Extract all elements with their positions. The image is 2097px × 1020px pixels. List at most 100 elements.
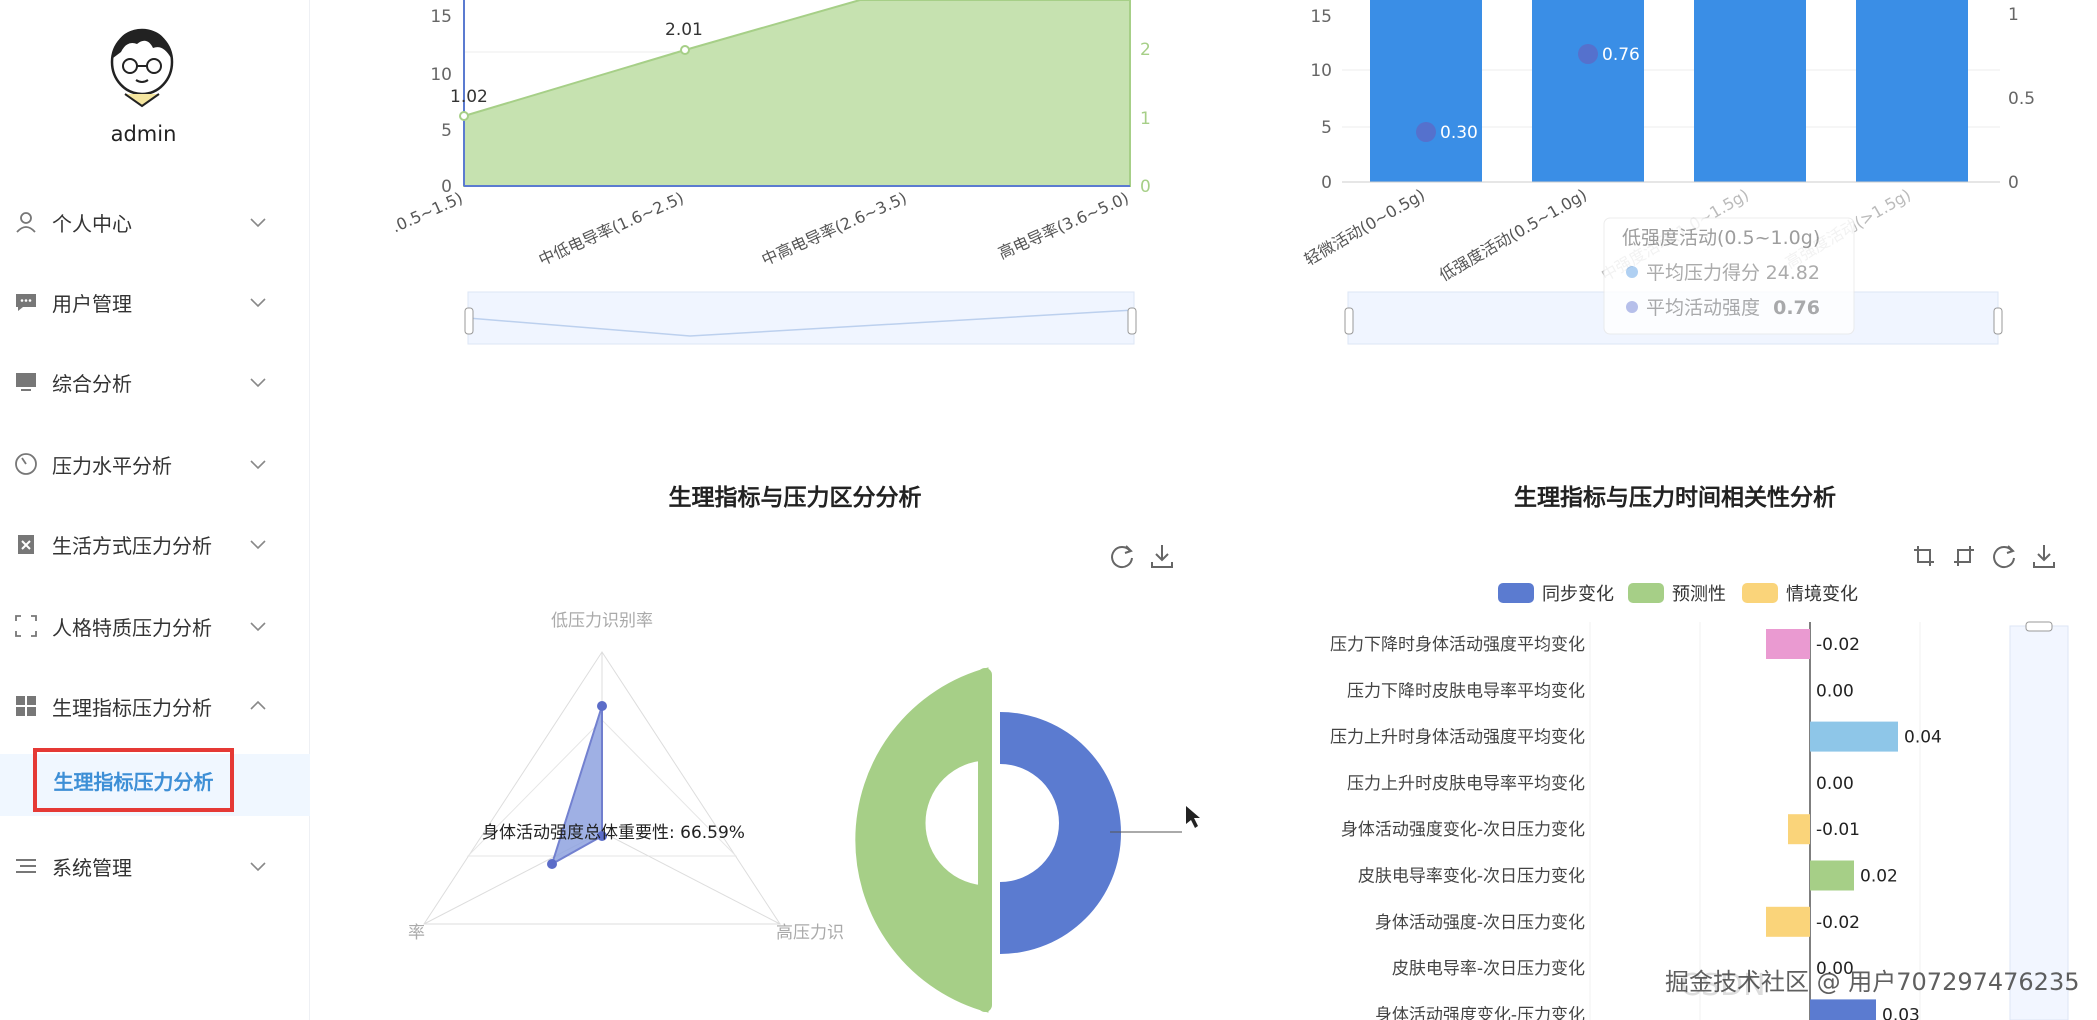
value-label: 0.03 [1882, 1005, 1920, 1020]
y-tick: 0 [1321, 173, 1332, 193]
data-point [680, 45, 690, 55]
datazoom-handle-right[interactable] [1127, 307, 1137, 335]
radar-tooltip: 身体活动强度总体重要性: 66.59% [482, 823, 745, 843]
bar[interactable] [1810, 721, 1898, 752]
chevron-down-icon [250, 218, 266, 228]
x-tick: 低强度活动(0.5~1.0g) [1436, 185, 1590, 285]
chevron-down-icon [250, 298, 266, 308]
gauge-icon [15, 453, 37, 475]
download-icon[interactable] [2030, 542, 2058, 570]
area-series [463, 0, 1131, 187]
tooltip-row-value: 0.76 [1773, 297, 1820, 319]
y-tick-right: 0 [1140, 177, 1151, 197]
category-label: 皮肤电导率变化-次日压力变化 [1358, 867, 1585, 887]
radar-label: 低压力识别率 [551, 611, 653, 631]
y-tick: 10 [1310, 61, 1332, 81]
data-point [1416, 122, 1436, 142]
menu-item-comprehensive-analysis[interactable]: 综合分析 [0, 352, 290, 412]
refresh-icon[interactable] [1108, 542, 1136, 570]
menu-item-label: 用户管理 [52, 291, 132, 316]
datazoom-handle-right[interactable] [1993, 307, 2003, 335]
tooltip-row-name: 平均压力得分 [1646, 262, 1760, 284]
bar[interactable] [1810, 999, 1876, 1020]
chart-title-discrimination: 生理指标与压力区分分析 [668, 485, 922, 511]
menu-item-personality-analysis[interactable]: 人格特质压力分析 [0, 596, 290, 656]
y-tick-right: 2 [1140, 40, 1151, 60]
y-tick: 10 [430, 65, 452, 85]
submenu-item-physiological-analysis[interactable]: 生理指标压力分析 [33, 748, 234, 812]
legend-swatch-predictive [1628, 583, 1664, 603]
legend-swatch-context [1742, 583, 1778, 603]
y-tick: 5 [441, 121, 452, 141]
value-label: -0.02 [1816, 635, 1860, 655]
pie-slice-green [855, 667, 989, 1013]
menu-item-label: 生理指标压力分析 [52, 695, 212, 720]
temporal-correlation-chart: 同步变化 预测性 情境变化 压力下降时身体活动强度平均变化 -0.02 压力下降时皮… [1240, 578, 2097, 1020]
y-tick: 15 [430, 7, 452, 27]
data-label: 0.76 [1602, 45, 1640, 65]
category-label: 压力上升时皮肤电导率平均变化 [1347, 774, 1585, 794]
submenu-item-label: 生理指标压力分析 [53, 769, 214, 794]
menu-item-lifestyle-analysis[interactable]: 生活方式压力分析 [0, 514, 290, 574]
menu-item-user-management[interactable]: 用户管理 [0, 272, 290, 332]
clipboard-icon [18, 535, 34, 554]
menu-item-stress-level-analysis[interactable]: 压力水平分析 [0, 434, 290, 494]
value-label: 0.00 [1816, 774, 1854, 794]
legend-label[interactable]: 同步变化 [1542, 584, 1614, 605]
datazoom-slider[interactable] [467, 291, 1135, 345]
chart-title-temporal: 生理指标与压力时间相关性分析 [1514, 485, 1836, 511]
avatar[interactable] [103, 22, 181, 110]
menu-item-label: 综合分析 [52, 371, 132, 396]
bar[interactable] [1788, 814, 1810, 845]
category-label: 压力下降时皮肤电导率平均变化 [1347, 681, 1585, 701]
restore-icon[interactable] [1950, 542, 1978, 570]
y-tick-right: 1 [1140, 109, 1151, 129]
menu-item-system-management[interactable]: 系统管理 [0, 836, 290, 896]
menu-item-physiological-analysis[interactable]: 生理指标压力分析 [0, 676, 290, 736]
tooltip-title: 低强度活动(0.5~1.0g) [1622, 227, 1820, 249]
refresh-icon[interactable] [1990, 542, 2018, 570]
data-point [459, 111, 469, 121]
datazoom-handle-left[interactable] [464, 307, 474, 335]
y-tick-right: 0.5 [2008, 89, 2035, 109]
bar [1532, 0, 1644, 182]
legend-label[interactable]: 情境变化 [1786, 584, 1858, 605]
bar[interactable] [1810, 860, 1854, 891]
category-label: 身体活动强度-次日压力变化 [1375, 913, 1585, 933]
datazoom-handle-left[interactable] [1344, 307, 1354, 335]
radar-point [597, 701, 607, 711]
bar [1370, 0, 1482, 182]
value-label: -0.01 [1816, 820, 1860, 840]
bar [1856, 0, 1968, 182]
data-label: 2.01 [665, 20, 703, 40]
radar-point [547, 859, 557, 869]
x-tick: 高电导率(3.6~5.0) [995, 188, 1131, 263]
chevron-down-icon [250, 622, 266, 632]
data-label: 0.30 [1440, 123, 1478, 143]
bar[interactable] [1766, 629, 1810, 659]
download-icon[interactable] [1148, 542, 1176, 570]
chat-icon [16, 294, 36, 311]
tooltip-row-value: 24.82 [1766, 262, 1820, 284]
x-tick: 轻微活动(0~0.5g) [1301, 185, 1428, 269]
value-label: 0.02 [1860, 867, 1898, 887]
legend-label[interactable]: 预测性 [1672, 584, 1726, 605]
list-icon [16, 859, 36, 873]
menu-item-personal-center[interactable]: 个人中心 [0, 192, 290, 252]
value-label: -0.02 [1816, 913, 1860, 933]
y-tick: 15 [1310, 7, 1332, 27]
crop-icon[interactable] [1910, 542, 1938, 570]
data-point [1578, 44, 1598, 64]
bar[interactable] [1766, 906, 1810, 937]
menu-item-label: 个人中心 [52, 211, 132, 236]
chevron-down-icon [250, 378, 266, 388]
datazoom-handle-top[interactable] [2025, 621, 2053, 632]
tooltip-row-name: 平均活动强度 [1646, 297, 1760, 319]
chevron-down-icon [250, 460, 266, 470]
category-label: 压力下降时身体活动强度平均变化 [1330, 635, 1585, 655]
menu-item-label: 压力水平分析 [52, 453, 172, 478]
chevron-up-icon [250, 700, 266, 710]
datazoom-vertical[interactable] [2009, 625, 2069, 1020]
chevron-down-icon [250, 862, 266, 872]
category-label: 压力上升时身体活动强度平均变化 [1330, 728, 1585, 748]
